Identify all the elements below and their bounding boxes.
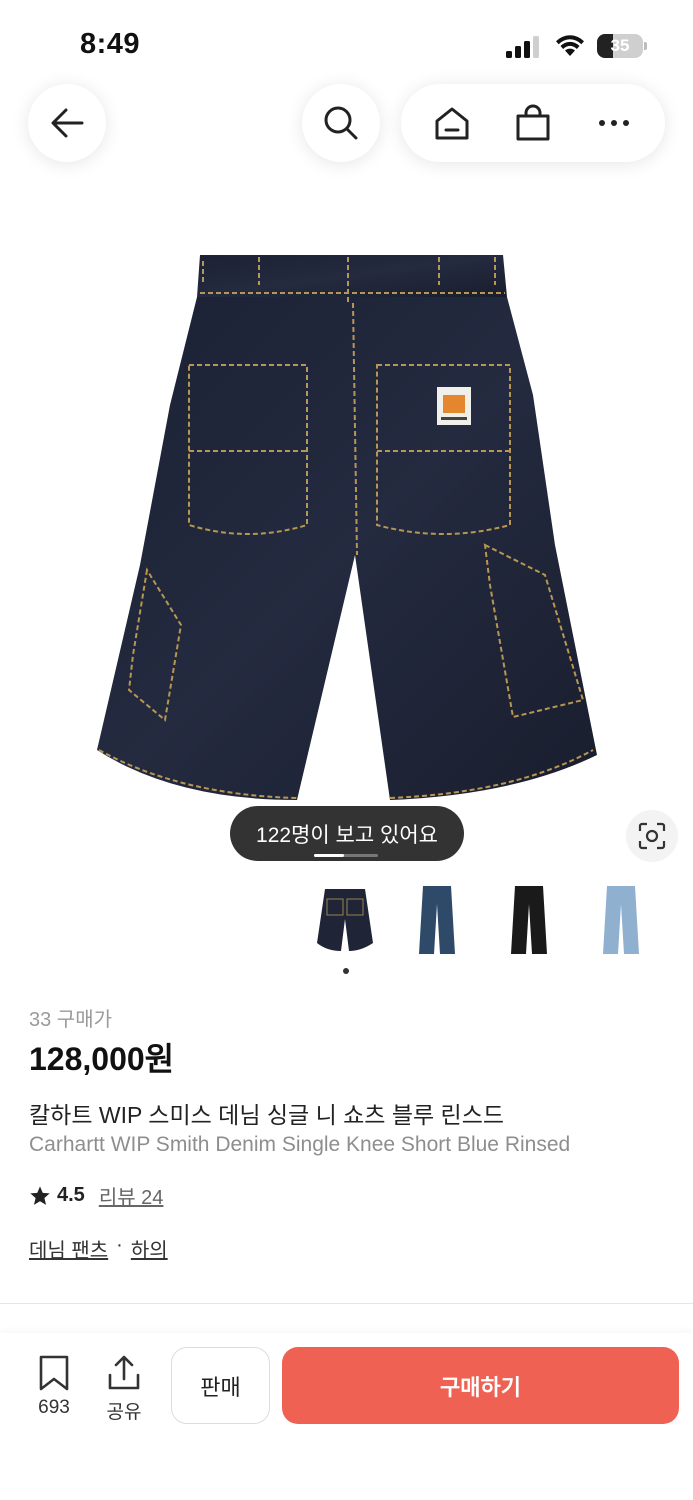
thumbnail-item[interactable] bbox=[678, 882, 693, 958]
thumbnail-image bbox=[419, 886, 455, 954]
viewers-count-badge: 122명이 보고 있어요 bbox=[230, 806, 464, 861]
purchase-count: 33 구매가 bbox=[29, 1009, 113, 1031]
buy-button[interactable]: 구매하기 bbox=[282, 1347, 679, 1424]
share-label: 공유 bbox=[106, 1402, 142, 1423]
star-icon bbox=[30, 1185, 50, 1205]
shopping-bag-icon bbox=[516, 104, 550, 141]
product-name-english: Carhartt WIP Smith Denim Single Knee Sho… bbox=[29, 1133, 571, 1156]
battery-level-text: 35 bbox=[610, 36, 630, 55]
back-button[interactable] bbox=[28, 84, 106, 162]
category-link-bottoms[interactable]: 하의 bbox=[131, 1234, 168, 1263]
search-button[interactable] bbox=[302, 84, 380, 162]
shopping-bag-button[interactable] bbox=[503, 93, 563, 153]
category-breadcrumb: 데님 팬츠 · 하의 bbox=[29, 1234, 168, 1263]
share-button[interactable]: 공유 bbox=[96, 1355, 152, 1425]
category-link-denim-pants[interactable]: 데님 팬츠 bbox=[29, 1234, 108, 1263]
thumbnail-item[interactable] bbox=[402, 882, 472, 958]
thumbnail-image bbox=[511, 886, 547, 954]
product-name-korean: 칼하트 WIP 스미스 데님 싱글 니 쇼츠 블루 린스드 bbox=[29, 1102, 505, 1128]
arrow-left-icon bbox=[51, 108, 84, 138]
category-separator: · bbox=[116, 1234, 123, 1256]
image-search-button[interactable] bbox=[626, 810, 678, 862]
image-page-indicator bbox=[314, 854, 378, 857]
status-time: 8:49 bbox=[80, 28, 141, 60]
more-button[interactable] bbox=[584, 93, 644, 153]
sell-button[interactable]: 판매 bbox=[171, 1347, 270, 1424]
bottom-action-bar: 693 공유 판매 구매하기 bbox=[0, 1333, 693, 1500]
rating-row: 4.5 리뷰 24 bbox=[29, 1181, 163, 1210]
bookmark-icon bbox=[39, 1355, 69, 1391]
battery-icon: 35 bbox=[597, 34, 647, 58]
status-bar: 8:49 35 bbox=[0, 0, 693, 92]
thumbnail-item[interactable] bbox=[586, 882, 656, 958]
more-horizontal-icon bbox=[599, 120, 630, 126]
thumbnail-strip bbox=[310, 882, 693, 962]
thumbnail-image bbox=[317, 889, 373, 951]
home-button[interactable] bbox=[422, 93, 482, 153]
bookmark-count: 693 bbox=[38, 1397, 70, 1418]
lens-scan-icon bbox=[638, 822, 666, 850]
rating-value: 4.5 bbox=[57, 1184, 85, 1206]
share-icon bbox=[108, 1355, 140, 1390]
thumbnail-image bbox=[603, 886, 639, 954]
cellular-signal-icon bbox=[506, 36, 539, 58]
home-icon bbox=[435, 107, 469, 140]
section-divider bbox=[0, 1303, 693, 1304]
search-icon bbox=[324, 106, 358, 140]
thumbnail-item[interactable] bbox=[494, 882, 564, 958]
wifi-icon bbox=[556, 35, 584, 56]
product-price: 128,000원 bbox=[29, 1041, 175, 1077]
thumbnail-selected-dot bbox=[343, 968, 349, 974]
bookmark-button[interactable]: 693 bbox=[26, 1355, 82, 1425]
product-image[interactable] bbox=[85, 245, 605, 805]
thumbnail-item[interactable] bbox=[310, 882, 380, 958]
nav-action-group bbox=[401, 84, 665, 162]
review-link[interactable]: 리뷰 24 bbox=[99, 1181, 164, 1210]
